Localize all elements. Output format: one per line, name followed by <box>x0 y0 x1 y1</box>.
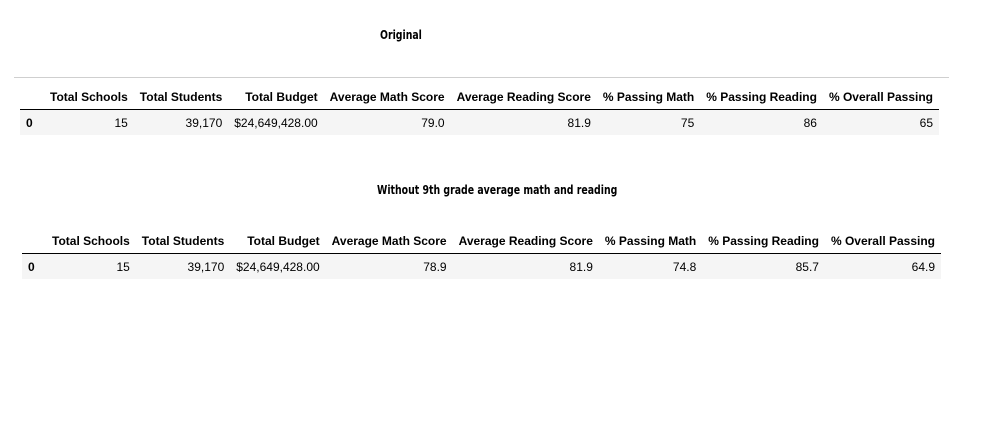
column-header-overall-passing: % Overall Passing <box>822 85 940 110</box>
cell-total-budget: $24,649,428.00 <box>236 259 320 274</box>
table-row: 0 15 39,170 $24,649,428.00 78.9 81.9 74.… <box>22 253 942 279</box>
row-index: 0 <box>28 259 35 274</box>
column-header-average-math-score: Average Math Score <box>325 229 453 254</box>
divider <box>14 77 949 78</box>
column-header-average-reading-score: Average Reading Score <box>452 229 599 254</box>
column-header-total-budget: Total Budget <box>230 229 326 254</box>
cell-passing-math: 74.8 <box>672 259 697 274</box>
cell-average-math-score: 79.0 <box>421 115 445 130</box>
cell-total-students: 39,170 <box>187 259 225 274</box>
cell-total-schools: 15 <box>116 259 130 274</box>
cell-passing-reading: 86 <box>803 115 817 130</box>
table-header-row: Total Schools Total Students Total Budge… <box>20 85 940 110</box>
cell-average-math-score: 78.9 <box>423 259 447 274</box>
column-header-passing-math: % Passing Math <box>598 229 703 254</box>
notebook-output: Original Total Schools Total Students To… <box>0 0 990 433</box>
cell-total-students: 39,170 <box>185 115 223 130</box>
table-header-row: Total Schools Total Students Total Budge… <box>22 229 942 254</box>
column-header-total-schools: Total Schools <box>46 229 136 254</box>
cell-total-schools: 15 <box>114 115 128 130</box>
summary-table-original: Total Schools Total Students Total Budge… <box>20 85 940 135</box>
column-header-average-reading-score: Average Reading Score <box>450 85 597 110</box>
column-header-overall-passing: % Overall Passing <box>824 229 942 254</box>
index-header <box>20 85 44 110</box>
row-index: 0 <box>26 115 33 130</box>
column-header-total-budget: Total Budget <box>228 85 324 110</box>
column-header-total-students: Total Students <box>133 85 229 110</box>
table-row: 0 15 39,170 $24,649,428.00 79.0 81.9 75 … <box>20 109 940 135</box>
index-header <box>22 229 46 254</box>
column-header-average-math-score: Average Math Score <box>323 85 451 110</box>
cell-passing-reading: 85.7 <box>795 259 819 274</box>
cell-average-reading-score: 81.9 <box>569 259 593 274</box>
column-header-passing-reading: % Passing Reading <box>702 229 825 254</box>
cell-average-reading-score: 81.9 <box>567 115 591 130</box>
table-caption-original: Original <box>380 28 422 42</box>
column-header-total-schools: Total Schools <box>44 85 134 110</box>
table-caption-without-9th: Without 9th grade average math and readi… <box>377 183 618 197</box>
cell-passing-math: 75 <box>680 115 695 130</box>
column-header-passing-reading: % Passing Reading <box>700 85 823 110</box>
cell-overall-passing: 65 <box>919 115 934 130</box>
column-header-total-students: Total Students <box>135 229 231 254</box>
cell-overall-passing: 64.9 <box>911 259 936 274</box>
column-header-passing-math: % Passing Math <box>596 85 701 110</box>
summary-table-without-9th: Total Schools Total Students Total Budge… <box>22 229 942 279</box>
cell-total-budget: $24,649,428.00 <box>234 115 318 130</box>
